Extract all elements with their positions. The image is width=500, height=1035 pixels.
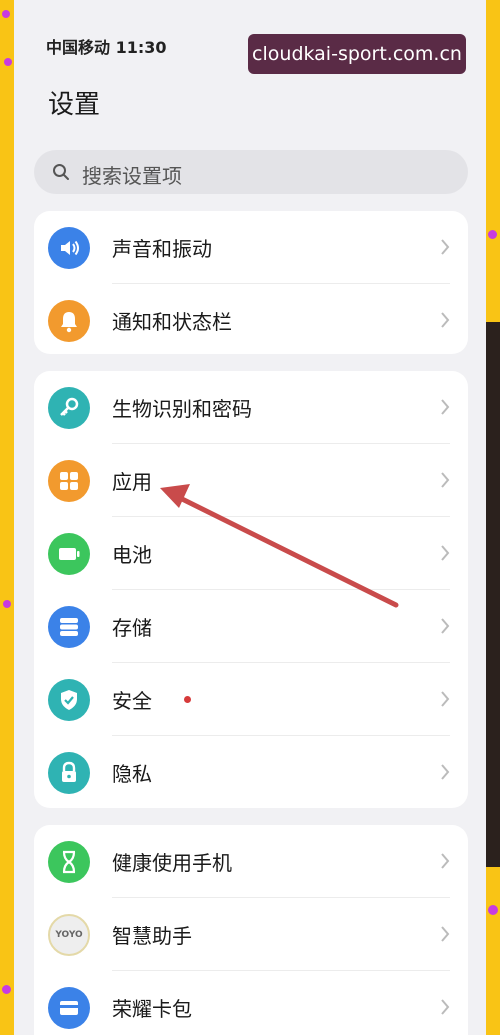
background-photo-edge xyxy=(486,322,500,867)
bg-dot xyxy=(488,905,498,915)
annotation-arrow-icon xyxy=(160,484,399,608)
bg-dot xyxy=(4,58,12,66)
bg-dot xyxy=(3,600,11,608)
bg-dot xyxy=(2,985,11,994)
bg-dot xyxy=(2,10,10,18)
phone-screen: 中国移动 11:30 100 cloudkai-sport.com.cn 设置 … xyxy=(14,0,486,1035)
bg-dot xyxy=(488,230,497,239)
